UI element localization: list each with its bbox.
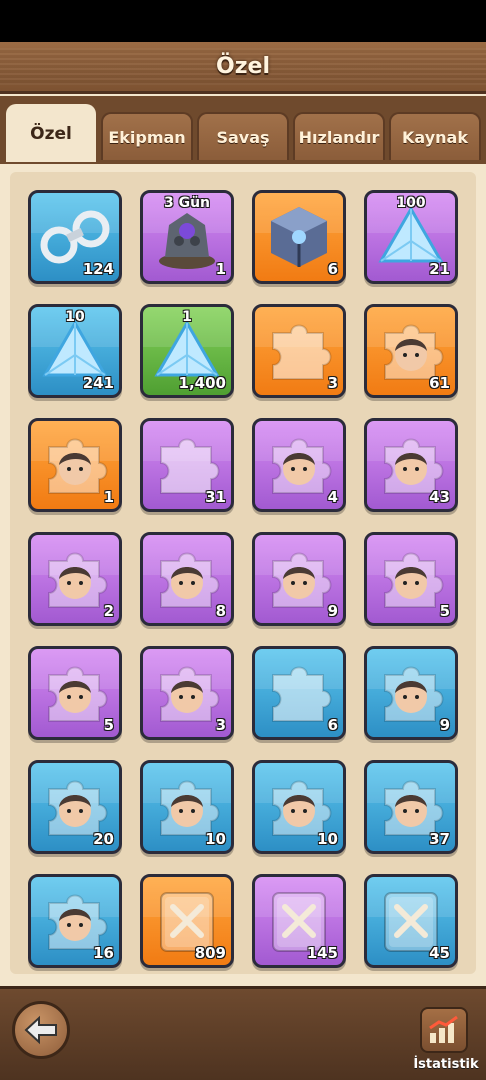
inventory-item[interactable]: 37	[364, 760, 458, 854]
inventory-item[interactable]: 20	[28, 760, 122, 854]
hero-shard-icon	[263, 429, 335, 501]
puzzle-piece-icon	[263, 315, 335, 387]
inventory-item[interactable]: 6	[252, 190, 346, 284]
item-count: 21	[429, 260, 450, 278]
item-count: 31	[205, 488, 226, 506]
inventory-item[interactable]: 43	[364, 418, 458, 512]
item-top-label: 100	[396, 195, 426, 211]
hero-shard-icon	[263, 543, 335, 615]
item-grid-container[interactable]: 124 3 Gün 1 6 100 21 10 241 1 1,400 3 61 1 31 4 43 2 8 9 5 5…	[10, 172, 476, 974]
item-count: 145	[306, 944, 338, 962]
inventory-item[interactable]: 3 Gün 1	[140, 190, 234, 284]
header-bar: Özel	[0, 42, 486, 94]
inventory-item[interactable]: 10	[140, 760, 234, 854]
tab-kaynak[interactable]: Kaynak	[389, 112, 481, 160]
inventory-item[interactable]: 10 241	[28, 304, 122, 398]
status-bar	[0, 0, 486, 42]
hero-shard-icon	[39, 429, 111, 501]
back-button[interactable]	[12, 1001, 70, 1059]
item-count: 1,400	[178, 374, 226, 392]
mystery-cube-icon	[263, 201, 335, 273]
item-count: 8	[215, 602, 226, 620]
tab-ekipman[interactable]: Ekipman	[101, 112, 193, 160]
item-count: 241	[82, 374, 114, 392]
tab-label: Özel	[30, 124, 72, 144]
inventory-item[interactable]: 3	[140, 646, 234, 740]
inventory-item[interactable]: 9	[252, 532, 346, 626]
item-count: 1	[103, 488, 114, 506]
inventory-item[interactable]: 31	[140, 418, 234, 512]
tab-hizlandir[interactable]: Hızlandır	[293, 112, 385, 160]
inventory-item[interactable]: 100 21	[364, 190, 458, 284]
item-count: 124	[82, 260, 114, 278]
tab-ozel[interactable]: Özel	[6, 104, 96, 162]
hero-shard-icon	[151, 543, 223, 615]
tab-label: Ekipman	[108, 127, 186, 147]
stats-chart-icon	[429, 1015, 458, 1043]
tab-savas[interactable]: Savaş	[197, 112, 289, 160]
item-count: 2	[103, 602, 114, 620]
inventory-item[interactable]: 9	[364, 646, 458, 740]
puzzle-piece-icon	[263, 657, 335, 729]
item-count: 3	[215, 716, 226, 734]
item-count: 1	[215, 260, 226, 278]
inventory-item[interactable]: 1	[28, 418, 122, 512]
hero-shard-icon	[375, 543, 447, 615]
item-grid: 124 3 Gün 1 6 100 21 10 241 1 1,400 3 61 1 31 4 43 2 8 9 5 5…	[28, 190, 458, 968]
inventory-item[interactable]: 4	[252, 418, 346, 512]
item-count: 4	[327, 488, 338, 506]
hero-shard-icon	[375, 657, 447, 729]
item-count: 43	[429, 488, 450, 506]
back-arrow-icon	[24, 1015, 57, 1045]
hero-shard-icon	[151, 657, 223, 729]
item-count: 9	[439, 716, 450, 734]
inventory-item[interactable]: 8	[140, 532, 234, 626]
item-top-label: 3 Gün	[163, 195, 211, 211]
item-count: 10	[205, 830, 226, 848]
item-count: 45	[429, 944, 450, 962]
inventory-item[interactable]: 16	[28, 874, 122, 968]
inventory-item[interactable]: 45	[364, 874, 458, 968]
item-count: 9	[327, 602, 338, 620]
inventory-item[interactable]: 10	[252, 760, 346, 854]
inventory-item[interactable]: 6	[252, 646, 346, 740]
hero-shard-icon	[39, 657, 111, 729]
tab-bar: Özel Ekipman Savaş Hızlandır Kaynak	[0, 96, 486, 164]
item-count: 16	[93, 944, 114, 962]
page-title: Özel	[216, 54, 270, 79]
item-count: 809	[194, 944, 226, 962]
inventory-item[interactable]: 3	[252, 304, 346, 398]
item-count: 3	[327, 374, 338, 392]
item-count: 20	[93, 830, 114, 848]
tab-label: Hızlandır	[298, 127, 380, 147]
item-count: 5	[103, 716, 114, 734]
inventory-item[interactable]: 124	[28, 190, 122, 284]
footer-bar: İstatistik	[0, 986, 486, 1080]
item-count: 37	[429, 830, 450, 848]
inventory-item[interactable]: 809	[140, 874, 234, 968]
item-top-label: 1	[182, 309, 192, 325]
item-count: 5	[439, 602, 450, 620]
item-count: 6	[327, 716, 338, 734]
stone-golem-icon	[151, 201, 223, 273]
inventory-item[interactable]: 1 1,400	[140, 304, 234, 398]
inventory-item[interactable]: 145	[252, 874, 346, 968]
inventory-item[interactable]: 5	[364, 532, 458, 626]
item-top-label: 10	[65, 309, 85, 325]
tab-label: Kaynak	[402, 127, 468, 147]
item-count: 10	[317, 830, 338, 848]
item-count: 6	[327, 260, 338, 278]
inventory-item[interactable]: 5	[28, 646, 122, 740]
inventory-item[interactable]: 2	[28, 532, 122, 626]
inventory-item[interactable]: 61	[364, 304, 458, 398]
stats-label: İstatistik	[413, 1057, 479, 1072]
stats-button[interactable]	[420, 1007, 468, 1053]
item-count: 61	[429, 374, 450, 392]
tab-label: Savaş	[216, 127, 270, 147]
hero-shard-icon	[39, 543, 111, 615]
